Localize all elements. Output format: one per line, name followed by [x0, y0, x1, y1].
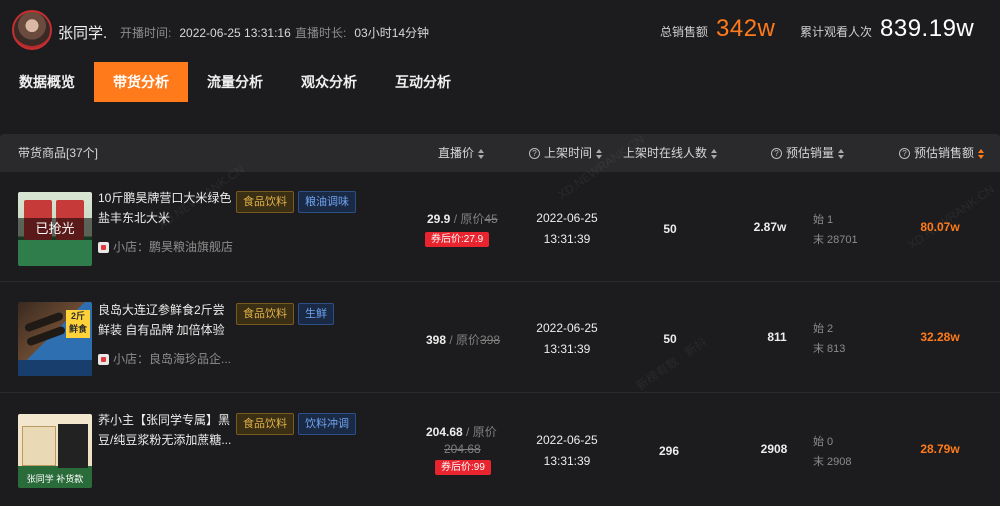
live-price: 29.9 / 原价45	[427, 210, 498, 227]
volume-end: 末 28701	[813, 234, 858, 246]
product-thumbnail[interactable]: 已抢光	[18, 192, 92, 266]
category-tag[interactable]: 食品饮料	[236, 191, 294, 213]
start-time-value: 2022-06-25 13:31:16	[179, 26, 291, 40]
tab-interaction-analysis[interactable]: 互动分析	[376, 62, 470, 102]
orig-price: 398	[480, 333, 501, 347]
orig-price: 45	[484, 212, 498, 226]
goods-table: 带货商品[37个] 直播价 ? 上架时间 上架时在线人数 ? 预估销量 ? 预估销售额…	[0, 134, 1000, 506]
orig-price-label: / 原价	[466, 425, 497, 439]
category-tag[interactable]: 食品饮料	[236, 303, 294, 325]
coupon-price-badge: 券后价:27.9	[425, 232, 490, 247]
tab-traffic-analysis[interactable]: 流量分析	[188, 62, 282, 102]
orig-price-row: 204.68	[444, 442, 481, 456]
listed-time: 13:31:39	[543, 232, 591, 246]
shop-link[interactable]: 小店：鹏昊粮油旗舰店	[98, 238, 233, 255]
total-sales: 总销售额 342w	[660, 15, 775, 43]
header-est-volume-label: 预估销量	[786, 146, 835, 160]
header-product-label: 带货商品[37个]	[18, 146, 99, 160]
table-row[interactable]: 张同学 补货款 荞小主【张同学专属】黑豆/纯豆浆粉无添加蔗糖... 食品饮料 饮…	[0, 394, 1000, 506]
shop-name: 小店：鹏昊粮油旗舰店	[113, 240, 234, 254]
product-thumbnail[interactable]: 张同学 补货款	[18, 414, 92, 488]
subcategory-tag[interactable]: 生鲜	[298, 303, 334, 325]
duration-value: 03小时14分钟	[354, 26, 430, 40]
host-name[interactable]: 张同学.	[58, 22, 107, 43]
total-sales-value: 342w	[716, 15, 776, 42]
est-volume: 2.87w	[753, 220, 787, 234]
fresh-badge-text: 2斤 鲜食	[66, 310, 90, 338]
duration-label: 直播时长:	[295, 26, 347, 40]
online-count: 296	[658, 444, 680, 458]
category-tag[interactable]: 食品饮料	[236, 413, 294, 435]
total-views-value: 839.19w	[880, 15, 975, 42]
est-volume: 2908	[760, 442, 788, 456]
header-listed-time-label: 上架时间	[544, 146, 593, 160]
header-price-label: 直播价	[438, 146, 475, 160]
price-now: 398	[426, 333, 447, 347]
shop-icon	[98, 242, 109, 254]
est-sales: 28.79w	[920, 442, 960, 456]
start-time-label: 开播时间:	[120, 26, 172, 40]
help-icon[interactable]: ?	[529, 148, 540, 160]
header-est-sales[interactable]: ? 预估销售额	[899, 134, 985, 172]
tab-audience-analysis[interactable]: 观众分析	[282, 62, 376, 102]
shop-link[interactable]: 小店：良岛海珍品企...	[98, 350, 231, 367]
total-views: 累计观看人次 839.19w	[800, 15, 974, 43]
volume-end: 末 2908	[813, 456, 852, 468]
live-price: 398 / 原价398	[426, 331, 500, 348]
live-header: 张同学. 开播时间: 2022-06-25 13:31:16 直播时长: 03小时1…	[0, 0, 1000, 62]
price-now: 29.9	[427, 212, 451, 226]
table-row[interactable]: 已抢光 10斤鹏昊牌营口大米绿色盐丰东北大米 食品饮料 粮油调味 小店：鹏昊粮油…	[0, 172, 1000, 282]
volume-start: 始 1	[813, 214, 834, 226]
shop-icon	[98, 354, 109, 366]
volume-start: 始 0	[813, 436, 834, 448]
shop-name: 小店：良岛海珍品企...	[113, 352, 232, 366]
thumb-banner-text: 张同学 补货款	[26, 474, 84, 484]
listed-date: 2022-06-25	[536, 321, 598, 335]
start-time: 开播时间: 2022-06-25 13:31:16	[120, 24, 291, 41]
header-product: 带货商品[37个]	[18, 134, 98, 172]
thumb-banner	[18, 360, 92, 376]
listed-time: 13:31:39	[543, 454, 591, 468]
help-icon[interactable]: ?	[899, 148, 910, 160]
est-sales: 32.28w	[920, 330, 960, 344]
header-price[interactable]: 直播价	[438, 134, 485, 172]
est-volume: 811	[767, 330, 787, 344]
total-sales-label: 总销售额	[660, 25, 709, 39]
listed-time: 13:31:39	[543, 342, 591, 356]
volume-start: 始 2	[813, 323, 834, 335]
sort-icon[interactable]	[838, 148, 845, 159]
product-thumbnail[interactable]: 2斤 鲜食	[18, 302, 92, 376]
product-name[interactable]: 荞小主【张同学专属】黑豆/纯豆浆粉无添加蔗糖...	[98, 410, 236, 450]
price-now: 204.68	[426, 425, 463, 439]
analysis-tabs: 数据概览 带货分析 流量分析 观众分析 互动分析	[0, 62, 1000, 102]
orig-price-label: / 原价	[453, 212, 485, 226]
tab-overview[interactable]: 数据概览	[0, 62, 94, 102]
host-avatar[interactable]	[12, 10, 52, 50]
total-views-label: 累计观看人次	[800, 25, 873, 39]
package-image	[22, 426, 56, 466]
subcategory-tag[interactable]: 饮料冲调	[298, 413, 356, 435]
live-price: 204.68 / 原价	[426, 423, 497, 440]
volume-end: 末 813	[813, 343, 846, 355]
package-image	[58, 424, 88, 468]
coupon-price-badge: 券后价:99	[435, 460, 491, 475]
listed-date: 2022-06-25	[536, 433, 598, 447]
subcategory-tag[interactable]: 粮油调味	[298, 191, 356, 213]
live-duration: 直播时长: 03小时14分钟	[295, 24, 429, 41]
product-name[interactable]: 良岛大连辽参鲜食2斤尝鲜装 自有品牌 加倍体验	[98, 300, 236, 340]
table-row[interactable]: 2斤 鲜食 良岛大连辽参鲜食2斤尝鲜装 自有品牌 加倍体验 食品饮料 生鲜 小店…	[0, 283, 1000, 393]
tab-goods-analysis[interactable]: 带货分析	[94, 62, 188, 102]
orig-price-label: / 原价	[449, 333, 481, 347]
table-header: 带货商品[37个] 直播价 ? 上架时间 上架时在线人数 ? 预估销量 ? 预估销售额	[0, 134, 1000, 172]
sold-out-overlay: 已抢光	[18, 218, 92, 240]
sort-icon[interactable]	[478, 148, 485, 159]
listed-date: 2022-06-25	[536, 211, 598, 225]
sort-icon[interactable]	[978, 148, 985, 159]
header-est-sales-label: 预估销售额	[914, 146, 975, 160]
sort-icon[interactable]	[711, 148, 718, 159]
help-icon[interactable]: ?	[771, 148, 782, 160]
header-est-volume[interactable]: ? 预估销量	[771, 134, 845, 172]
orig-price: 204.68	[444, 442, 481, 456]
online-count: 50	[663, 222, 677, 236]
